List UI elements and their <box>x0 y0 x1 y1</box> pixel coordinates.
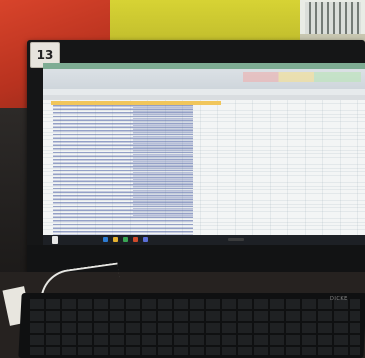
taskbar <box>43 235 365 245</box>
taskbar-app-icon <box>103 237 108 242</box>
photo-scene: 13 DICKE <box>0 0 365 358</box>
monitor-screen <box>43 63 365 245</box>
keyboard-key-rows <box>30 299 360 355</box>
cell-styles-gallery <box>243 72 361 82</box>
taskbar-app-icon <box>123 237 128 242</box>
power-button-icon <box>52 236 58 244</box>
taskbar-app-icon <box>133 237 138 242</box>
monitor-logo <box>228 238 244 241</box>
spreadsheet-ribbon <box>43 63 365 89</box>
ribbon-title-strip <box>43 63 365 69</box>
desk-left-side <box>0 108 30 288</box>
keyboard-brand: DICKE <box>330 296 348 302</box>
spreadsheet-text-rows-secondary <box>133 107 193 217</box>
window-bars <box>305 2 361 34</box>
taskbar-app-icon <box>143 237 148 242</box>
taskbar-app-icon <box>113 237 118 242</box>
